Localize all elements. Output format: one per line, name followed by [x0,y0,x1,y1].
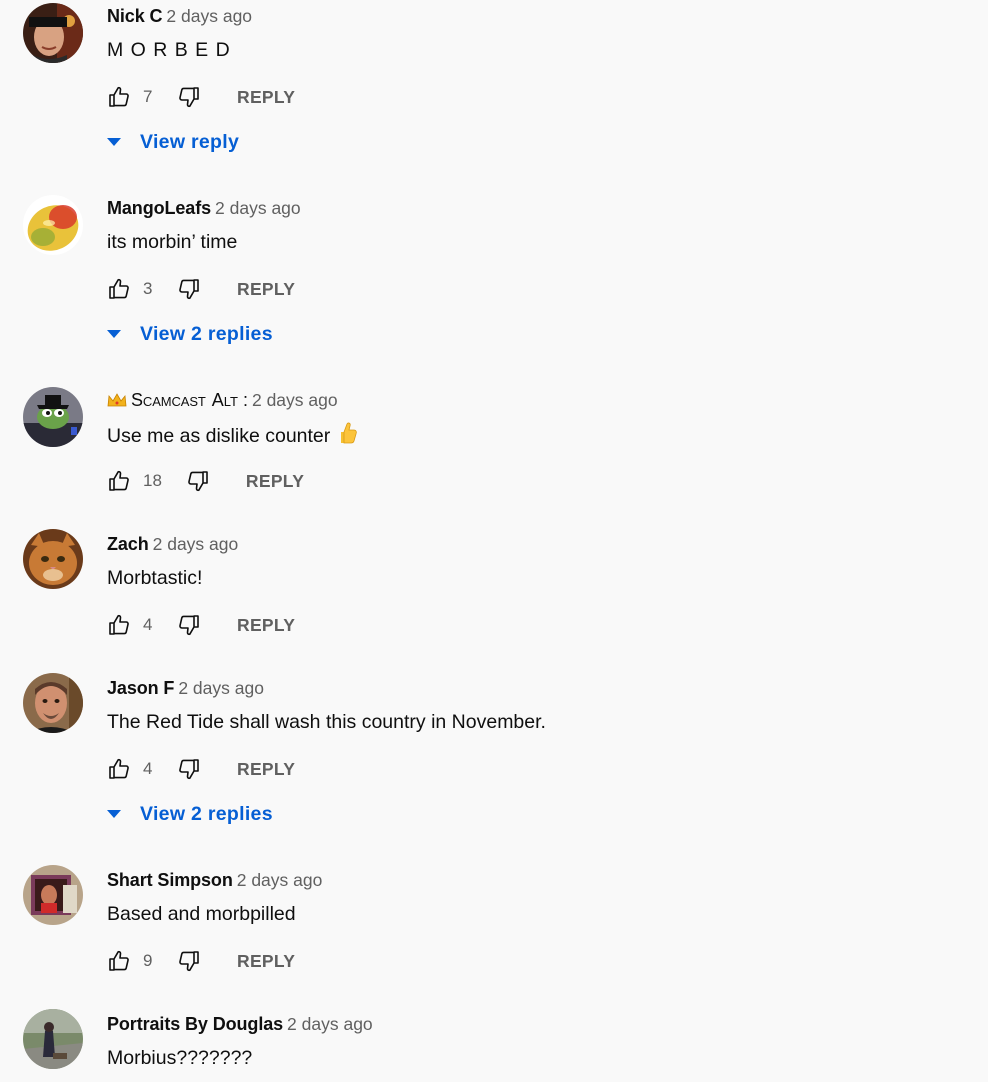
comment-text: The Red Tide shall wash this country in … [107,711,546,733]
comment-timestamp[interactable]: 2 days ago [153,534,239,554]
thumb-down-icon [177,949,201,973]
avatar[interactable] [23,529,83,589]
thumb-up-icon [107,613,131,637]
comment-actions: 7 REPLY [107,83,295,111]
comment-timestamp[interactable]: 2 days ago [287,1014,373,1034]
like-button[interactable] [107,85,131,109]
comment-header: Portraits By Douglas 2 days ago [107,1011,373,1037]
dislike-button[interactable] [177,277,201,301]
reply-button[interactable]: REPLY [237,279,295,300]
like-button[interactable] [107,949,131,973]
dislike-button[interactable] [177,85,201,109]
author-name[interactable]: MangoLeafs [107,198,211,218]
comment-header: Nick C2 days ago [107,3,252,29]
comment-text: Morbius??????? [107,1047,253,1069]
thumb-up-icon [107,757,131,781]
comment-header: Shart Simpson 2 days ago [107,867,322,893]
thumb-up-icon [107,85,131,109]
comment-header: Scamcast Alt :2 days ago [107,387,338,413]
view-replies-label: View reply [140,130,240,153]
comment-text: Based and morbpilled [107,903,296,925]
like-count: 4 [143,759,153,778]
dislike-button[interactable] [177,757,201,781]
author-name[interactable]: Zach [107,534,149,554]
author-name[interactable]: Scamcast [131,390,206,410]
caret-down-icon [107,138,121,146]
author-name[interactable]: Portraits By Douglas [107,1014,283,1034]
like-count: 9 [143,951,153,970]
comment-actions: 9 REPLY [107,947,295,975]
like-button[interactable] [107,757,131,781]
comment-text-body: Use me as dislike counter [107,425,331,447]
view-replies-label: View 2 replies [140,802,273,825]
dislike-button[interactable] [186,469,210,493]
thumb-up-icon [107,949,131,973]
comment-text: Morbtastic! [107,567,203,589]
reply-button[interactable]: REPLY [237,87,295,108]
avatar[interactable] [23,865,83,925]
author-name[interactable]: Shart Simpson [107,870,233,890]
thumb-down-icon [177,613,201,637]
thumb-down-icon [186,469,210,493]
comment-timestamp[interactable]: 2 days ago [166,6,252,26]
like-count: 7 [143,87,153,106]
author-name-suffix: Alt : [211,390,248,410]
comment-header: MangoLeafs 2 days ago [107,195,301,221]
comment-header: Zach 2 days ago [107,531,238,557]
crown-icon [107,389,127,415]
comment-actions: 4 REPLY [107,755,295,783]
comment-timestamp[interactable]: 2 days ago [252,390,338,410]
reply-button[interactable]: REPLY [237,615,295,636]
like-count: 4 [143,615,153,634]
view-replies-button[interactable]: View 2 replies [107,799,273,829]
like-button[interactable] [107,277,131,301]
comment-timestamp[interactable]: 2 days ago [178,678,264,698]
view-replies-button[interactable]: View reply [107,127,239,157]
comment-header: Jason F2 days ago [107,675,264,701]
comment-text: its morbin’ time [107,231,238,253]
like-button[interactable] [107,613,131,637]
reply-button[interactable]: REPLY [237,759,295,780]
dislike-button[interactable] [177,949,201,973]
reply-button[interactable]: REPLY [237,951,295,972]
comment-text: M O R B E D [107,39,231,61]
avatar[interactable] [23,195,83,255]
like-count: 3 [143,279,153,298]
comment-actions: 4 REPLY [107,611,295,639]
avatar[interactable] [23,387,83,447]
author-name[interactable]: Nick C [107,6,163,26]
avatar[interactable] [23,3,83,63]
comment-actions: 18 REPLY [107,467,304,495]
thumb-down-icon [177,85,201,109]
thumbs-up-emoji-icon [336,421,358,452]
caret-down-icon [107,330,121,338]
thumb-down-icon [177,757,201,781]
reply-button[interactable]: REPLY [246,471,304,492]
view-replies-label: View 2 replies [140,322,273,345]
thumb-up-icon [107,277,131,301]
like-count: 18 [143,471,162,490]
thumb-up-icon [107,469,131,493]
comment-actions: 3 REPLY [107,275,295,303]
view-replies-button[interactable]: View 2 replies [107,319,273,349]
avatar[interactable] [23,1009,83,1069]
dislike-button[interactable] [177,613,201,637]
caret-down-icon [107,810,121,818]
comment-timestamp[interactable]: 2 days ago [237,870,323,890]
thumb-down-icon [177,277,201,301]
like-button[interactable] [107,469,131,493]
avatar[interactable] [23,673,83,733]
comment-timestamp[interactable]: 2 days ago [215,198,301,218]
author-name[interactable]: Jason F [107,678,174,698]
comment-text: Use me as dislike counter [107,421,358,447]
